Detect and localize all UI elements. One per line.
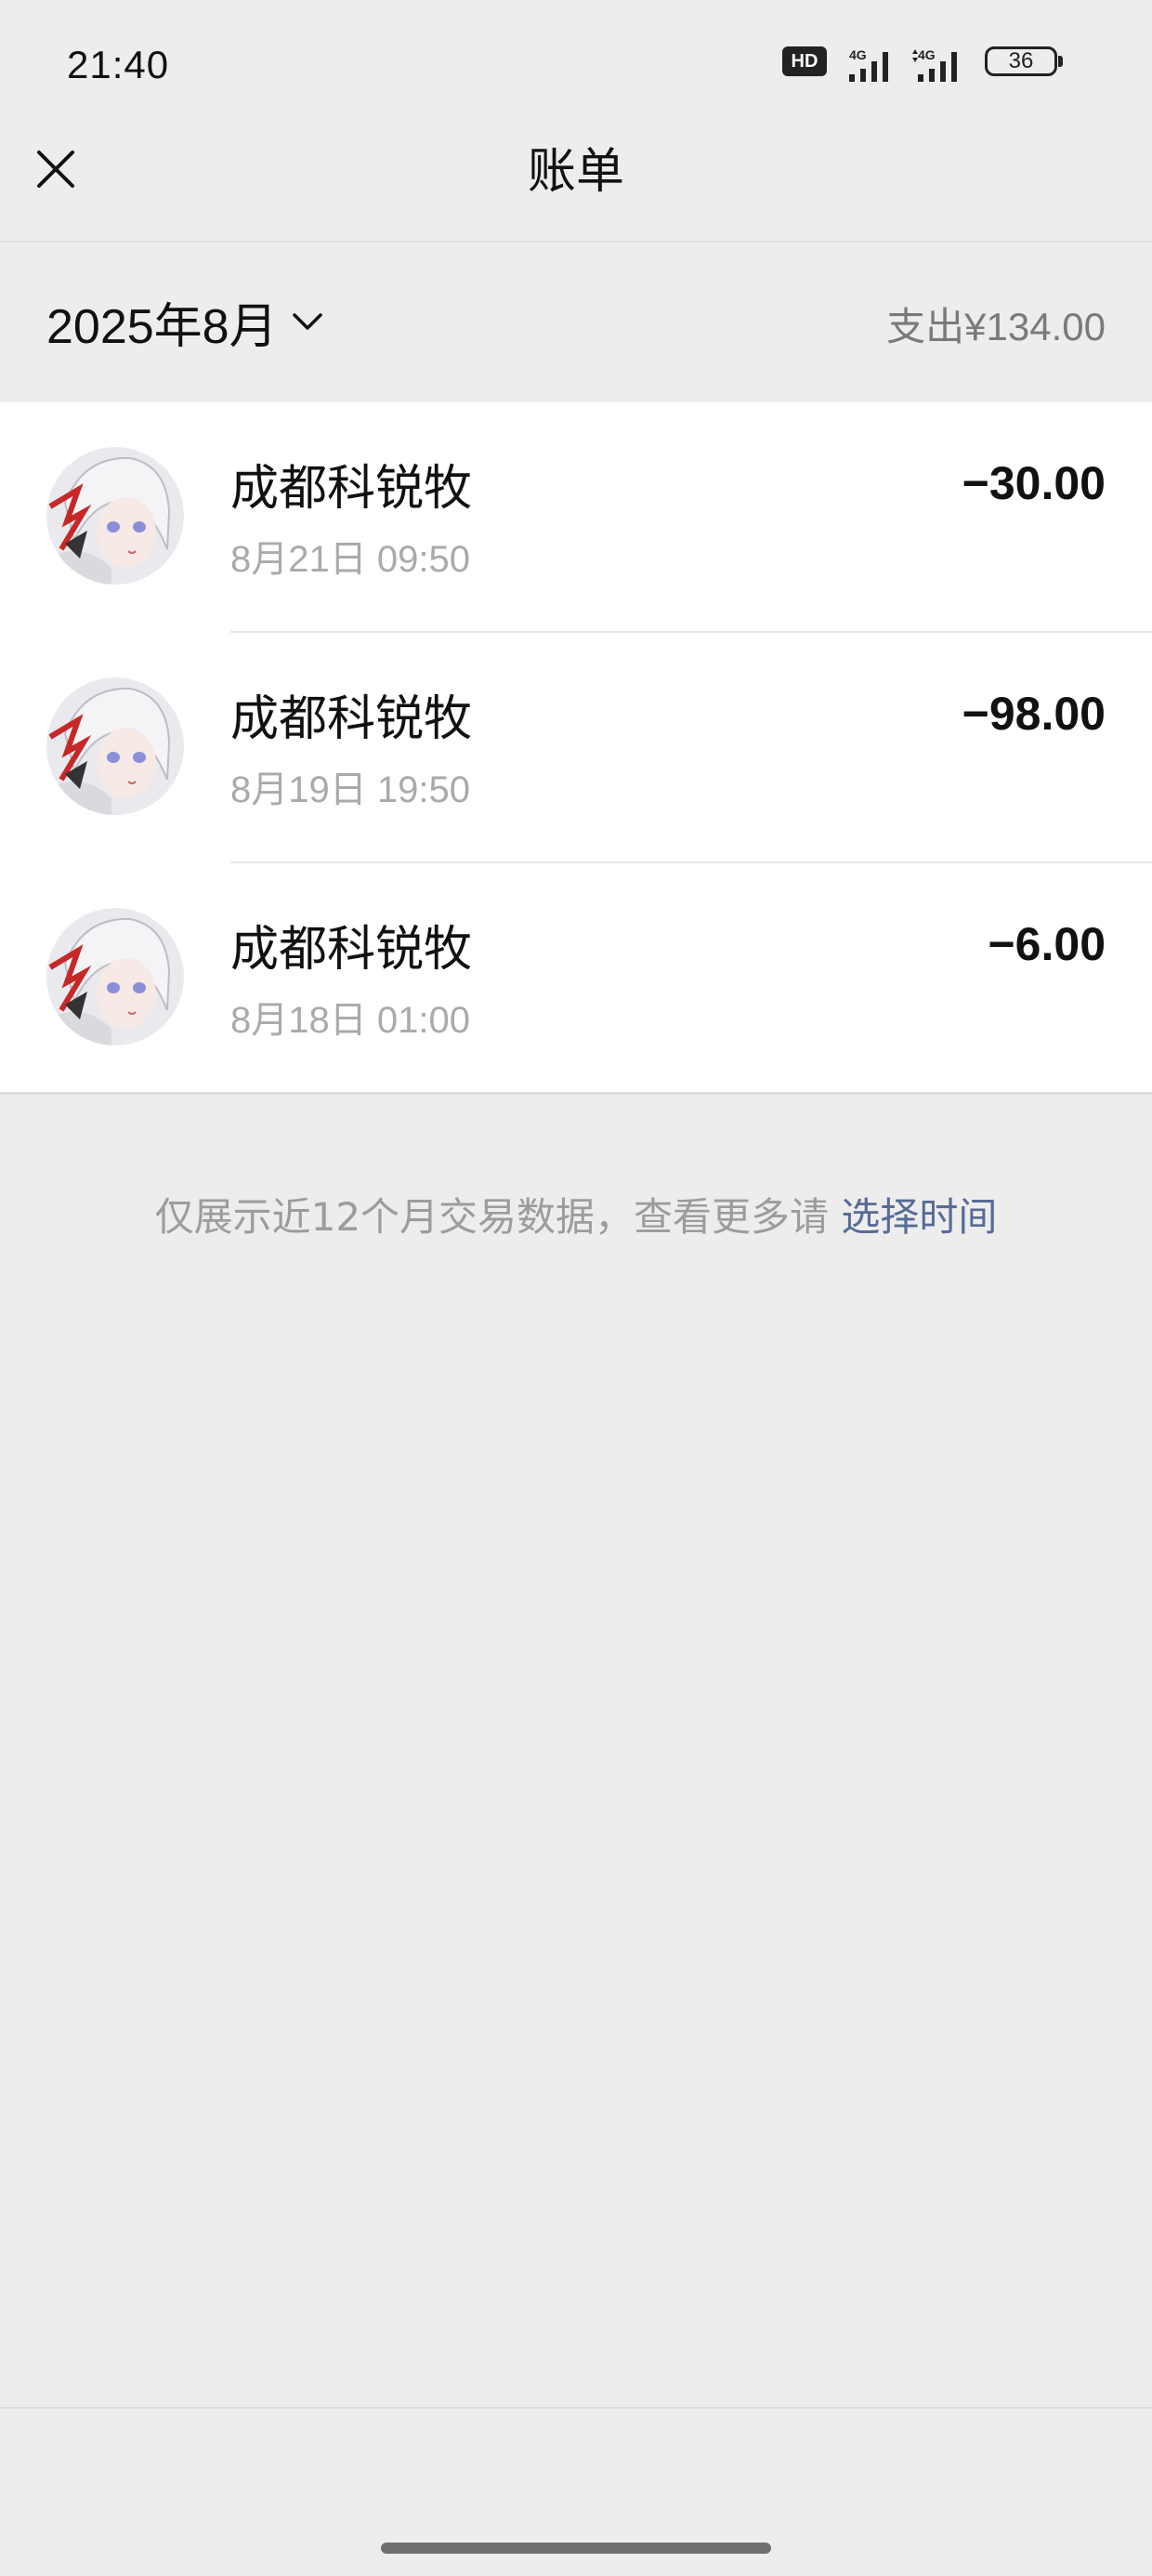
month-label: 2025年8月 — [46, 299, 278, 354]
footer-note: 仅展示近12个月交易数据，查看更多请 选择时间 — [0, 1186, 1152, 1242]
svg-text:4G: 4G — [849, 47, 867, 62]
transaction-list: 成都科锐牧 8月21日 09:50 −30.00 成都科锐牧 8月19日 19:… — [0, 402, 1152, 1094]
select-time-link[interactable]: 选择时间 — [841, 1194, 997, 1240]
merchant-name: 成都科锐牧 — [230, 922, 473, 978]
merchant-name: 成都科锐牧 — [230, 461, 473, 517]
transaction-time: 8月19日 19:50 — [230, 769, 470, 810]
transaction-row[interactable]: 成都科锐牧 8月19日 19:50 −98.00 — [0, 633, 1152, 863]
home-indicator[interactable] — [381, 2543, 771, 2554]
chevron-down-icon — [292, 313, 322, 330]
status-icons: HD 4G 4G 36 — [782, 46, 1070, 91]
list-bottom-divider — [0, 1092, 1152, 1095]
transaction-amount: −6.00 — [988, 918, 1106, 970]
transaction-amount: −98.00 — [962, 688, 1106, 740]
hd-icon: HD — [782, 46, 827, 76]
transaction-row[interactable]: 成都科锐牧 8月21日 09:50 −30.00 — [0, 402, 1152, 633]
status-bar: 21:40 HD 4G 4G 36 — [0, 0, 1152, 138]
signal-4g-icon: 4G — [849, 47, 888, 82]
battery-icon: 36 — [985, 46, 1057, 76]
transaction-row[interactable]: 成都科锐牧 8月18日 01:00 −6.00 — [0, 863, 1152, 1094]
avatar — [46, 447, 184, 585]
avatar — [46, 677, 184, 815]
merchant-name: 成都科锐牧 — [230, 691, 473, 747]
status-time: 21:40 — [67, 43, 170, 86]
bottom-divider — [0, 2407, 1152, 2409]
transaction-time: 8月18日 01:00 — [230, 1000, 470, 1041]
footer-note-text: 仅展示近12个月交易数据，查看更多请 — [154, 1194, 842, 1240]
month-selector[interactable]: 2025年8月 — [46, 284, 324, 359]
expense-total: 支出¥134.00 — [886, 305, 1106, 348]
battery-cap — [1058, 56, 1063, 67]
transaction-time: 8月21日 09:50 — [230, 539, 470, 580]
transaction-amount: −30.00 — [962, 457, 1106, 509]
svg-text:4G: 4G — [918, 47, 936, 62]
signal-4g-icon-2: 4G — [912, 47, 957, 82]
page-title: 账单 — [527, 144, 624, 200]
avatar — [46, 908, 184, 1045]
